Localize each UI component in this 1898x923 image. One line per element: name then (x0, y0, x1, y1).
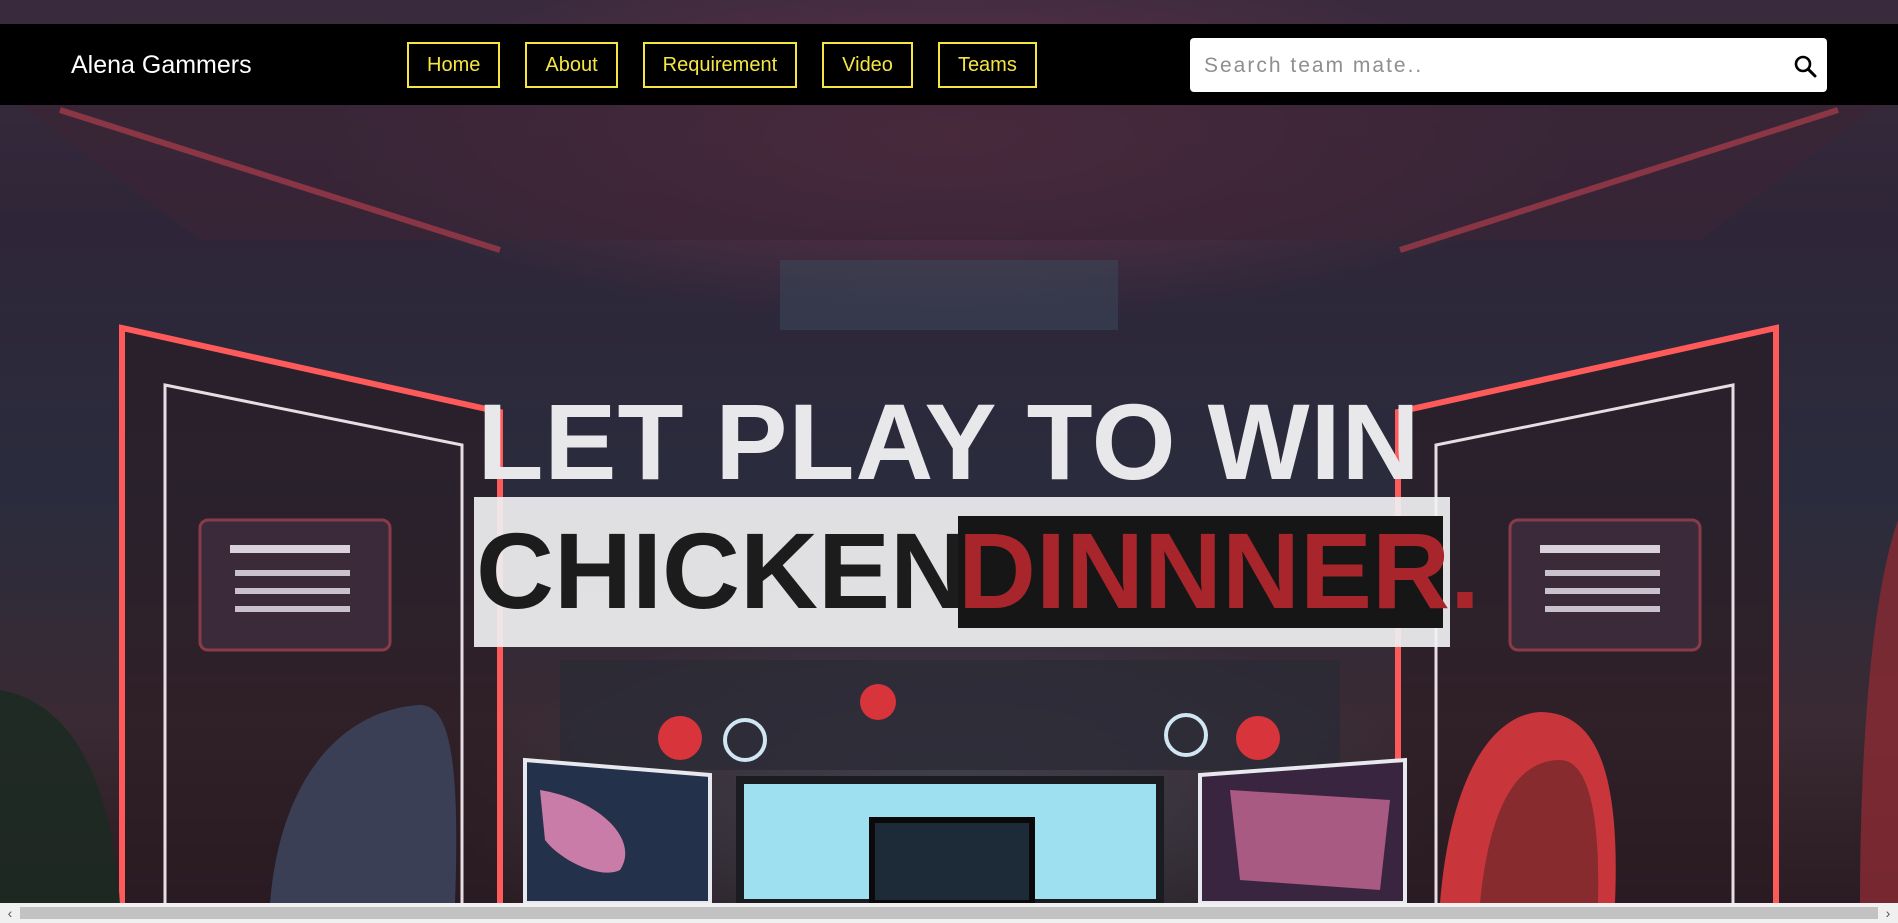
nav-link-video[interactable]: Video (822, 42, 913, 88)
nav-link-home[interactable]: Home (407, 42, 501, 88)
nav-link-about[interactable]: About (525, 42, 618, 88)
hero-subheading-accent: DINNNER. (958, 510, 1481, 631)
search-input[interactable] (1202, 48, 1766, 84)
scroll-left-arrow-icon[interactable]: ‹ (0, 903, 20, 923)
nav-link-requirement[interactable]: Requirement (642, 42, 798, 88)
hero-heading: LET PLAY TO WIN (477, 381, 1421, 502)
search-box (1190, 38, 1827, 92)
scroll-right-arrow-icon[interactable]: › (1878, 903, 1898, 923)
page: Alena Gammers Home About Requirement Vid… (0, 0, 1898, 923)
hero-subheading-prefix: CHICKEN (476, 510, 969, 631)
nav-links: Home About Requirement Video Teams (407, 42, 1037, 88)
top-navbar: Alena Gammers Home About Requirement Vid… (0, 24, 1898, 105)
search-icon[interactable] (1793, 54, 1817, 78)
scrollbar-thumb[interactable] (20, 907, 1878, 919)
nav-link-teams[interactable]: Teams (937, 42, 1037, 88)
brand-logo[interactable]: Alena Gammers (71, 50, 252, 80)
horizontal-scrollbar[interactable]: ‹ › (0, 903, 1898, 923)
